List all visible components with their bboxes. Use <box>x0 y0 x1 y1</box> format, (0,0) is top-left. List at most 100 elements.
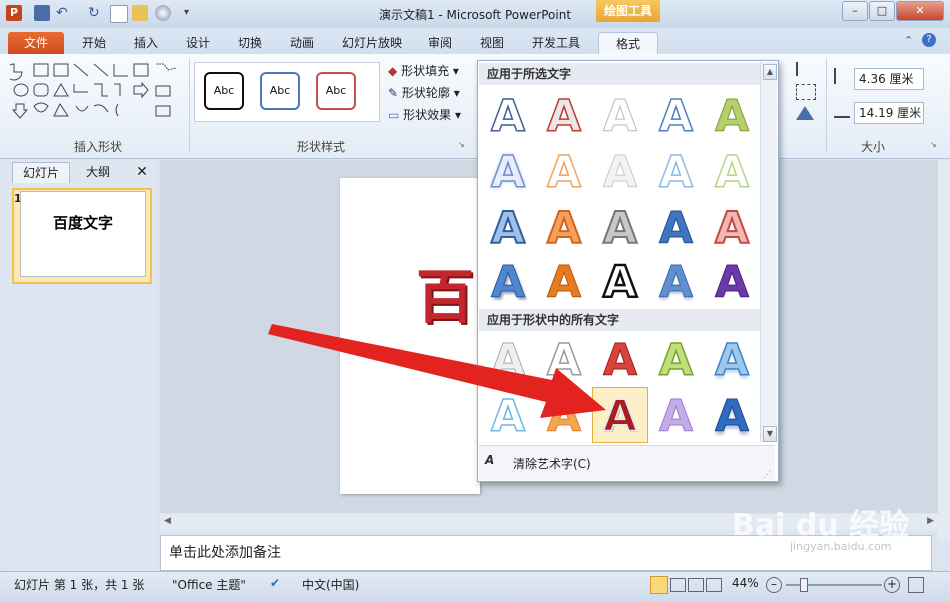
tab-slides[interactable]: 幻灯片 <box>12 162 70 183</box>
close-window-button[interactable]: ✕ <box>896 1 944 21</box>
wordart-style-option[interactable]: A <box>594 91 646 143</box>
tab-home[interactable]: 开始 <box>74 32 114 54</box>
tab-transitions[interactable]: 切换 <box>230 32 270 54</box>
gallery-footer: A 清除艺术字(C) ⋰ <box>479 445 775 480</box>
wordart-style-option[interactable]: A <box>650 146 702 199</box>
wordart-style-option[interactable]: A <box>538 90 590 143</box>
shape-style-red[interactable]: Abc <box>316 72 356 110</box>
shape-width-field[interactable]: 14.19 厘米 <box>854 102 924 124</box>
scroll-right-icon[interactable]: ▶ <box>927 516 934 526</box>
wordart-style-option[interactable]: A <box>650 391 702 443</box>
wordart-style-option[interactable]: A <box>706 257 758 309</box>
zoom-level[interactable]: 44% <box>732 576 759 590</box>
gallery-scroll-up-icon[interactable]: ▲ <box>763 64 777 80</box>
minimize-button[interactable]: – <box>842 1 868 21</box>
resize-grip-icon[interactable]: ⋰ <box>763 470 771 479</box>
spell-check-icon[interactable]: ✔ <box>270 576 280 590</box>
wordart-style-option[interactable]: A <box>706 334 758 387</box>
baidu-watermark: Bai du 经验 <box>732 508 910 543</box>
shape-fill-button[interactable]: ◆ 形状填充 ▾ <box>388 62 459 79</box>
tab-file[interactable]: 文件 <box>8 32 64 54</box>
clear-wordart-button[interactable]: 清除艺术字(C) <box>513 455 591 472</box>
wordart-style-option[interactable]: A <box>482 202 534 255</box>
dialog-launcher-icon[interactable]: ↘ <box>458 140 465 149</box>
slideshow-icon[interactable] <box>706 578 722 592</box>
zoom-slider-thumb[interactable] <box>800 578 808 592</box>
shape-outline-button[interactable]: ✎ 形状轮廓 ▾ <box>388 84 460 101</box>
wordart-style-option[interactable]: A <box>650 90 702 143</box>
tab-insert[interactable]: 插入 <box>126 32 166 54</box>
wordart-style-option[interactable]: A <box>538 202 590 255</box>
wordart-style-option[interactable]: A <box>706 146 758 199</box>
wordart-style-option[interactable]: A <box>706 91 758 143</box>
window-title: 演示文稿1 - Microsoft PowerPoint <box>378 8 572 22</box>
edit-shape-icons[interactable] <box>152 60 182 122</box>
shape-style-blue[interactable]: Abc <box>260 72 300 110</box>
pencil-icon: ✎ <box>388 86 399 100</box>
slide-count-status: 幻灯片 第 1 张，共 1 张 <box>14 578 145 592</box>
shape-effects-button[interactable]: ▭ 形状效果 ▾ <box>388 106 461 123</box>
section-title-selected-text: 应用于所选文字 <box>479 63 762 85</box>
align-icon[interactable] <box>796 62 820 76</box>
wordart-style-option[interactable]: A <box>482 90 534 143</box>
status-bar: 幻灯片 第 1 张，共 1 张 "Office 主题" ✔ 中文(中国) 44%… <box>0 571 950 602</box>
group-icon[interactable] <box>796 84 816 100</box>
gallery-scroll-down-icon[interactable]: ▼ <box>763 426 777 442</box>
wordart-style-option[interactable]: A <box>594 256 646 310</box>
language-status[interactable]: 中文(中国) <box>302 576 359 593</box>
paint-bucket-icon: ◆ <box>388 64 398 78</box>
wordart-style-option[interactable]: A <box>650 334 702 387</box>
tab-animations[interactable]: 动画 <box>282 32 322 54</box>
normal-view-icon[interactable] <box>650 576 668 594</box>
wordart-style-option[interactable]: A <box>482 257 534 309</box>
scroll-left-icon[interactable]: ◀ <box>164 516 171 526</box>
shape-height-field[interactable]: 4.36 厘米 <box>854 68 924 90</box>
insert-shapes-group-label: 插入形状 <box>73 140 122 154</box>
wordart-style-option[interactable]: A <box>650 203 702 255</box>
tab-review[interactable]: 审阅 <box>420 32 460 54</box>
shape-styles-group-label: 形状样式 <box>296 140 345 154</box>
ribbon-tab-row: 文件 开始 插入 设计 切换 动画 幻灯片放映 审阅 视图 开发工具 格式 ⌃ … <box>0 28 950 55</box>
tab-outline[interactable]: 大纲 <box>70 162 126 182</box>
thumbnail-text: 百度文字 <box>52 214 113 232</box>
ribbon: 插入形状 Abc Abc Abc ◆ 形状填充 ▾ ✎ 形状轮廓 ▾ ▭ 形状效… <box>0 54 950 159</box>
group-separator <box>826 58 827 154</box>
rotate-icon[interactable] <box>796 106 814 120</box>
gallery-scrollbar[interactable]: ▲ ▼ <box>760 62 777 442</box>
collapse-ribbon-icon[interactable]: ⌃ <box>904 34 913 47</box>
tab-slideshow[interactable]: 幻灯片放映 <box>336 32 408 54</box>
shape-height-icon <box>834 68 850 84</box>
tab-design[interactable]: 设计 <box>178 32 218 54</box>
wordart-style-option[interactable]: A <box>706 202 758 255</box>
help-icon[interactable]: ? <box>922 33 936 47</box>
reading-view-icon[interactable] <box>688 578 704 592</box>
wordart-style-option[interactable]: A <box>706 391 758 443</box>
red-pointer-arrow <box>268 324 606 418</box>
drawing-tools-context-header: 绘图工具 <box>596 0 660 22</box>
tab-format[interactable]: 格式 <box>598 32 658 55</box>
watermark-url: jingyan.baidu.com <box>790 540 892 553</box>
zoom-out-icon[interactable]: – <box>766 577 782 593</box>
tab-developer[interactable]: 开发工具 <box>526 32 586 54</box>
dialog-launcher-icon[interactable]: ↘ <box>930 140 937 149</box>
wordart-style-option[interactable]: A <box>594 202 646 255</box>
tab-view[interactable]: 视图 <box>472 32 512 54</box>
close-panel-button[interactable]: ✕ <box>132 162 152 182</box>
wordart-style-option[interactable]: A <box>538 257 590 309</box>
shape-width-icon <box>834 102 850 118</box>
group-separator <box>189 58 190 154</box>
fit-to-window-icon[interactable] <box>908 577 924 593</box>
slide-sorter-icon[interactable] <box>670 578 686 592</box>
zoom-in-icon[interactable]: + <box>884 577 900 593</box>
shape-style-black[interactable]: Abc <box>204 72 244 110</box>
size-group-label: 大小 <box>860 140 885 154</box>
wordart-style-option[interactable]: A <box>594 147 646 199</box>
wordart-style-option[interactable]: A <box>482 146 534 199</box>
effects-icon: ▭ <box>388 108 400 122</box>
theme-status: "Office 主题" <box>172 578 246 592</box>
wordart-style-option[interactable]: A <box>538 146 590 199</box>
thumbnail-content: 百度文字 <box>20 191 146 277</box>
vertical-scrollbar[interactable] <box>938 160 950 540</box>
maximize-button[interactable]: □ <box>869 1 895 21</box>
wordart-style-option[interactable]: A <box>650 257 702 309</box>
